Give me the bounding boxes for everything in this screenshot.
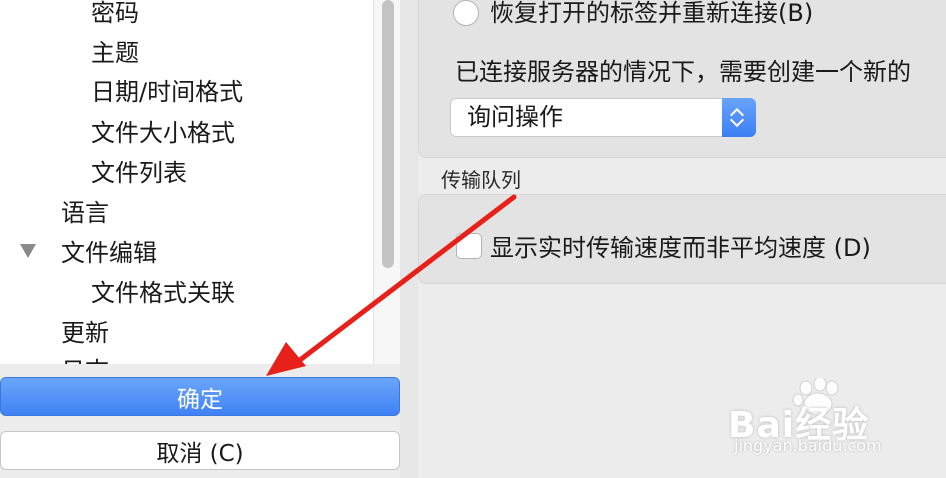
watermark-url: jingyan.baidu.com	[734, 436, 882, 455]
